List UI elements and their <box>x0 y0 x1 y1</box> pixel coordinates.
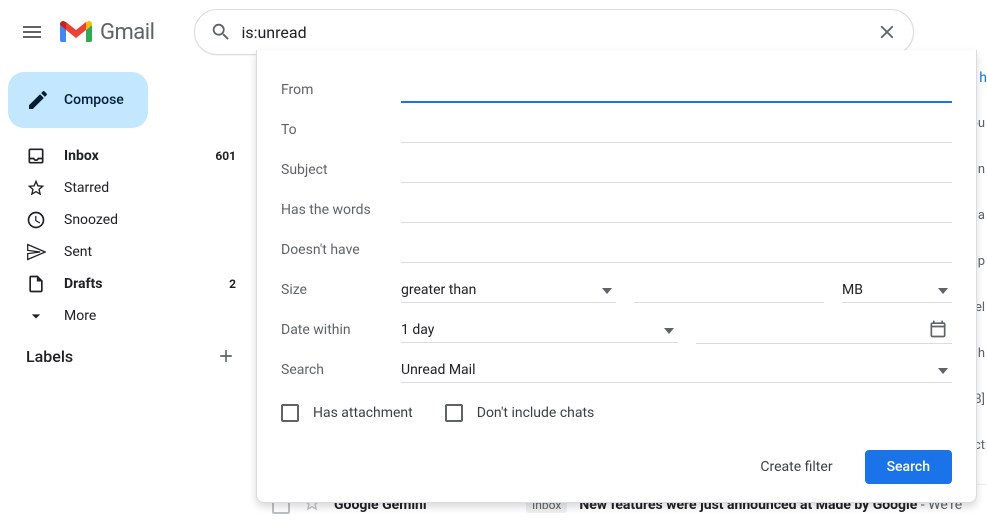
labels-header-text: Labels <box>26 347 73 366</box>
has-attachment-label: Has attachment <box>313 405 413 421</box>
nav-label: Starred <box>64 180 109 196</box>
subject-label: Subject <box>281 162 401 178</box>
gmail-logo[interactable]: Gmail <box>60 20 154 45</box>
size-unit-value: MB <box>842 282 863 298</box>
chevron-down-icon <box>26 306 46 326</box>
has-words-row: Has the words <box>281 190 952 230</box>
compose-label: Compose <box>64 92 124 108</box>
to-row: To <box>281 110 952 150</box>
sidebar-item-more[interactable]: More <box>0 300 248 332</box>
search-scope-label: Search <box>281 362 401 378</box>
clock-icon <box>26 210 46 230</box>
nav-count: 601 <box>215 149 236 163</box>
search-scope-value: Unread Mail <box>401 362 475 378</box>
to-label: To <box>281 122 401 138</box>
exclude-chats-checkbox[interactable]: Don't include chats <box>445 404 595 422</box>
panel-actions: Create filter Search <box>281 432 952 484</box>
chevron-down-icon <box>664 322 674 338</box>
doesnt-have-input[interactable] <box>401 238 952 263</box>
from-input[interactable] <box>401 77 952 103</box>
calendar-icon <box>928 319 948 339</box>
nav-label: More <box>64 308 96 324</box>
from-label: From <box>281 82 401 98</box>
sidebar-item-sent[interactable]: Sent <box>0 236 248 268</box>
search-icon <box>210 21 232 43</box>
size-label: Size <box>281 282 401 298</box>
search-scope-dropdown[interactable]: Unread Mail <box>401 358 952 383</box>
date-picker-button[interactable] <box>696 317 953 344</box>
size-unit-dropdown[interactable]: MB <box>842 278 952 303</box>
nav-count: 2 <box>229 277 236 291</box>
chevron-down-icon <box>938 362 948 378</box>
chevron-down-icon <box>602 282 612 298</box>
peek-text: h <box>979 70 987 86</box>
nav-label: Inbox <box>64 148 99 164</box>
create-filter-button[interactable]: Create filter <box>748 451 844 483</box>
compose-button[interactable]: Compose <box>8 72 148 128</box>
plus-icon <box>216 346 236 366</box>
nav-label: Snoozed <box>64 212 118 228</box>
date-range-value: 1 day <box>401 322 434 338</box>
has-words-label: Has the words <box>281 202 401 218</box>
search-button[interactable]: Search <box>865 450 952 484</box>
checkbox-row: Has attachment Don't include chats <box>281 390 952 432</box>
date-range-dropdown[interactable]: 1 day <box>401 318 678 343</box>
search-options-panel: From To Subject Has the words Doesn't ha… <box>256 50 977 503</box>
main-menu-button[interactable] <box>8 8 56 56</box>
pencil-icon <box>26 88 50 112</box>
gmail-text: Gmail <box>100 20 154 45</box>
checkbox-icon <box>445 404 463 422</box>
size-comparator-dropdown[interactable]: greater than <box>401 278 616 303</box>
sidebar-item-snoozed[interactable]: Snoozed <box>0 204 248 236</box>
sidebar-item-starred[interactable]: Starred <box>0 172 248 204</box>
doesnt-have-label: Doesn't have <box>281 242 401 258</box>
labels-section-header: Labels <box>0 332 256 368</box>
nav-label: Sent <box>64 244 92 260</box>
to-input[interactable] <box>401 118 952 143</box>
search-input[interactable] <box>241 23 867 42</box>
date-row: Date within 1 day <box>281 310 952 350</box>
add-label-button[interactable] <box>214 344 238 368</box>
date-label: Date within <box>281 322 401 338</box>
exclude-chats-label: Don't include chats <box>477 405 595 421</box>
nav-list: Inbox 601 Starred Snoozed Sent Drafts 2 … <box>0 140 256 332</box>
search-scope-row: Search Unread Mail <box>281 350 952 390</box>
sidebar-item-inbox[interactable]: Inbox 601 <box>0 140 248 172</box>
file-icon <box>26 274 46 294</box>
gmail-logo-icon <box>60 20 92 44</box>
size-value-input[interactable] <box>634 278 825 303</box>
has-words-input[interactable] <box>401 198 952 223</box>
from-row: From <box>281 70 952 110</box>
subject-row: Subject <box>281 150 952 190</box>
nav-label: Drafts <box>64 276 102 292</box>
doesnt-have-row: Doesn't have <box>281 230 952 270</box>
search-clear-button[interactable] <box>867 12 907 52</box>
search-submit-button[interactable] <box>201 12 241 52</box>
subject-input[interactable] <box>401 158 952 183</box>
has-attachment-checkbox[interactable]: Has attachment <box>281 404 413 422</box>
checkbox-icon <box>281 404 299 422</box>
send-icon <box>26 242 46 262</box>
search-bar <box>194 9 914 55</box>
size-row: Size greater than MB <box>281 270 952 310</box>
inbox-icon <box>26 146 46 166</box>
sidebar-item-drafts[interactable]: Drafts 2 <box>0 268 248 300</box>
star-icon <box>26 178 46 198</box>
close-icon <box>876 21 898 43</box>
sidebar: Compose Inbox 601 Starred Snoozed Sent D… <box>0 64 256 376</box>
size-comparator-value: greater than <box>401 282 476 298</box>
hamburger-icon <box>20 20 44 44</box>
chevron-down-icon <box>938 282 948 298</box>
